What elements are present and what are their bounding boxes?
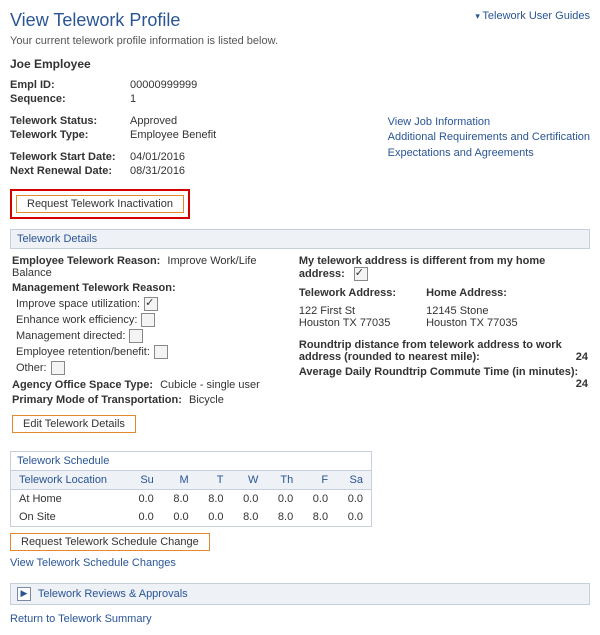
emp-reason-label: Employee Telework Reason: bbox=[12, 255, 160, 267]
row1-w: 8.0 bbox=[232, 508, 267, 526]
reviews-title: Telework Reviews & Approvals bbox=[38, 588, 188, 600]
expand-icon: ▶ bbox=[17, 587, 31, 601]
chk-space-label: Improve space utilization: bbox=[16, 298, 140, 310]
reviews-header[interactable]: ▶ Telework Reviews & Approvals bbox=[10, 583, 590, 605]
chk-efficiency-label: Enhance work efficiency: bbox=[16, 314, 137, 326]
row0-t: 8.0 bbox=[197, 490, 232, 509]
telework-details-header: Telework Details bbox=[10, 229, 590, 249]
col-location[interactable]: Telework Location bbox=[11, 471, 127, 490]
edit-details-button[interactable]: Edit Telework Details bbox=[12, 415, 136, 433]
expectations-link[interactable]: Expectations and Agreements bbox=[388, 146, 590, 161]
home-addr-line1: 12145 Stone bbox=[426, 305, 518, 317]
chk-retention bbox=[154, 345, 168, 359]
col-f[interactable]: F bbox=[301, 471, 336, 490]
view-schedule-changes-link[interactable]: View Telework Schedule Changes bbox=[10, 557, 176, 569]
telework-addr-label: Telework Address: bbox=[299, 287, 396, 299]
row1-loc: On Site bbox=[11, 508, 127, 526]
col-th[interactable]: Th bbox=[266, 471, 301, 490]
table-row: At Home 0.0 8.0 8.0 0.0 0.0 0.0 0.0 bbox=[11, 490, 371, 509]
chk-diff-addr bbox=[354, 267, 368, 281]
request-inactivation-button[interactable]: Request Telework Inactivation bbox=[16, 195, 184, 213]
col-su[interactable]: Su bbox=[127, 471, 162, 490]
employee-name: Joe Employee bbox=[10, 57, 590, 71]
empl-id-label: Empl ID: bbox=[10, 79, 130, 91]
row1-su: 0.0 bbox=[127, 508, 162, 526]
row0-th: 0.0 bbox=[266, 490, 301, 509]
schedule-box: Telework Schedule Telework Location Su M… bbox=[10, 451, 372, 527]
chk-directed bbox=[129, 329, 143, 343]
sequence-label: Sequence: bbox=[10, 93, 130, 105]
return-link[interactable]: Return to Telework Summary bbox=[10, 613, 152, 625]
user-guides-link[interactable]: Telework User Guides bbox=[475, 10, 590, 22]
requirements-link[interactable]: Additional Requirements and Certificatio… bbox=[388, 130, 590, 145]
mgmt-reason-label: Management Telework Reason: bbox=[12, 282, 176, 294]
row1-f: 8.0 bbox=[301, 508, 336, 526]
start-value: 04/01/2016 bbox=[130, 151, 185, 163]
renewal-label: Next Renewal Date: bbox=[10, 165, 130, 177]
row0-m: 8.0 bbox=[162, 490, 197, 509]
row0-w: 0.0 bbox=[232, 490, 267, 509]
row0-su: 0.0 bbox=[127, 490, 162, 509]
home-addr-label: Home Address: bbox=[426, 287, 518, 299]
row0-loc: At Home bbox=[11, 490, 127, 509]
commute-label: Average Daily Roundtrip Commute Time (in… bbox=[299, 366, 578, 378]
office-type-value: Cubicle - single user bbox=[160, 379, 260, 391]
empl-id-value: 00000999999 bbox=[130, 79, 197, 91]
schedule-header: Telework Schedule bbox=[11, 452, 371, 470]
page-subtitle: Your current telework profile informatio… bbox=[10, 35, 590, 47]
page-title: View Telework Profile bbox=[10, 10, 180, 31]
chk-retention-label: Employee retention/benefit: bbox=[16, 346, 150, 358]
inactivation-highlight: Request Telework Inactivation bbox=[10, 189, 190, 219]
row0-sa: 0.0 bbox=[336, 490, 371, 509]
row1-th: 8.0 bbox=[266, 508, 301, 526]
col-sa[interactable]: Sa bbox=[336, 471, 371, 490]
renewal-value: 08/31/2016 bbox=[130, 165, 185, 177]
chk-space bbox=[144, 297, 158, 311]
roundtrip-label: Roundtrip distance from telework address… bbox=[299, 339, 562, 363]
commute-value: 24 bbox=[576, 378, 588, 390]
transport-label: Primary Mode of Transportation: bbox=[12, 394, 182, 406]
telework-addr-line2: Houston TX 77035 bbox=[299, 317, 396, 329]
schedule-table: Telework Location Su M T W Th F Sa At Ho… bbox=[11, 470, 371, 526]
chk-efficiency bbox=[141, 313, 155, 327]
chk-other-label: Other: bbox=[16, 362, 47, 374]
office-type-label: Agency Office Space Type: bbox=[12, 379, 153, 391]
type-label: Telework Type: bbox=[10, 129, 130, 141]
row1-t: 0.0 bbox=[197, 508, 232, 526]
col-w[interactable]: W bbox=[232, 471, 267, 490]
table-row: On Site 0.0 0.0 0.0 8.0 8.0 8.0 0.0 bbox=[11, 508, 371, 526]
row0-f: 0.0 bbox=[301, 490, 336, 509]
roundtrip-value: 24 bbox=[576, 351, 588, 363]
diff-addr-label: My telework address is different from my… bbox=[299, 255, 545, 280]
chk-directed-label: Management directed: bbox=[16, 330, 125, 342]
row1-m: 0.0 bbox=[162, 508, 197, 526]
row1-sa: 0.0 bbox=[336, 508, 371, 526]
home-addr-line2: Houston TX 77035 bbox=[426, 317, 518, 329]
col-t[interactable]: T bbox=[197, 471, 232, 490]
view-job-link[interactable]: View Job Information bbox=[388, 115, 590, 130]
col-m[interactable]: M bbox=[162, 471, 197, 490]
status-label: Telework Status: bbox=[10, 115, 130, 127]
start-label: Telework Start Date: bbox=[10, 151, 130, 163]
chk-other bbox=[51, 361, 65, 375]
type-value: Employee Benefit bbox=[130, 129, 216, 141]
sequence-value: 1 bbox=[130, 93, 136, 105]
telework-addr-line1: 122 First St bbox=[299, 305, 396, 317]
transport-value: Bicycle bbox=[189, 394, 224, 406]
status-value: Approved bbox=[130, 115, 177, 127]
request-schedule-button[interactable]: Request Telework Schedule Change bbox=[10, 533, 210, 551]
